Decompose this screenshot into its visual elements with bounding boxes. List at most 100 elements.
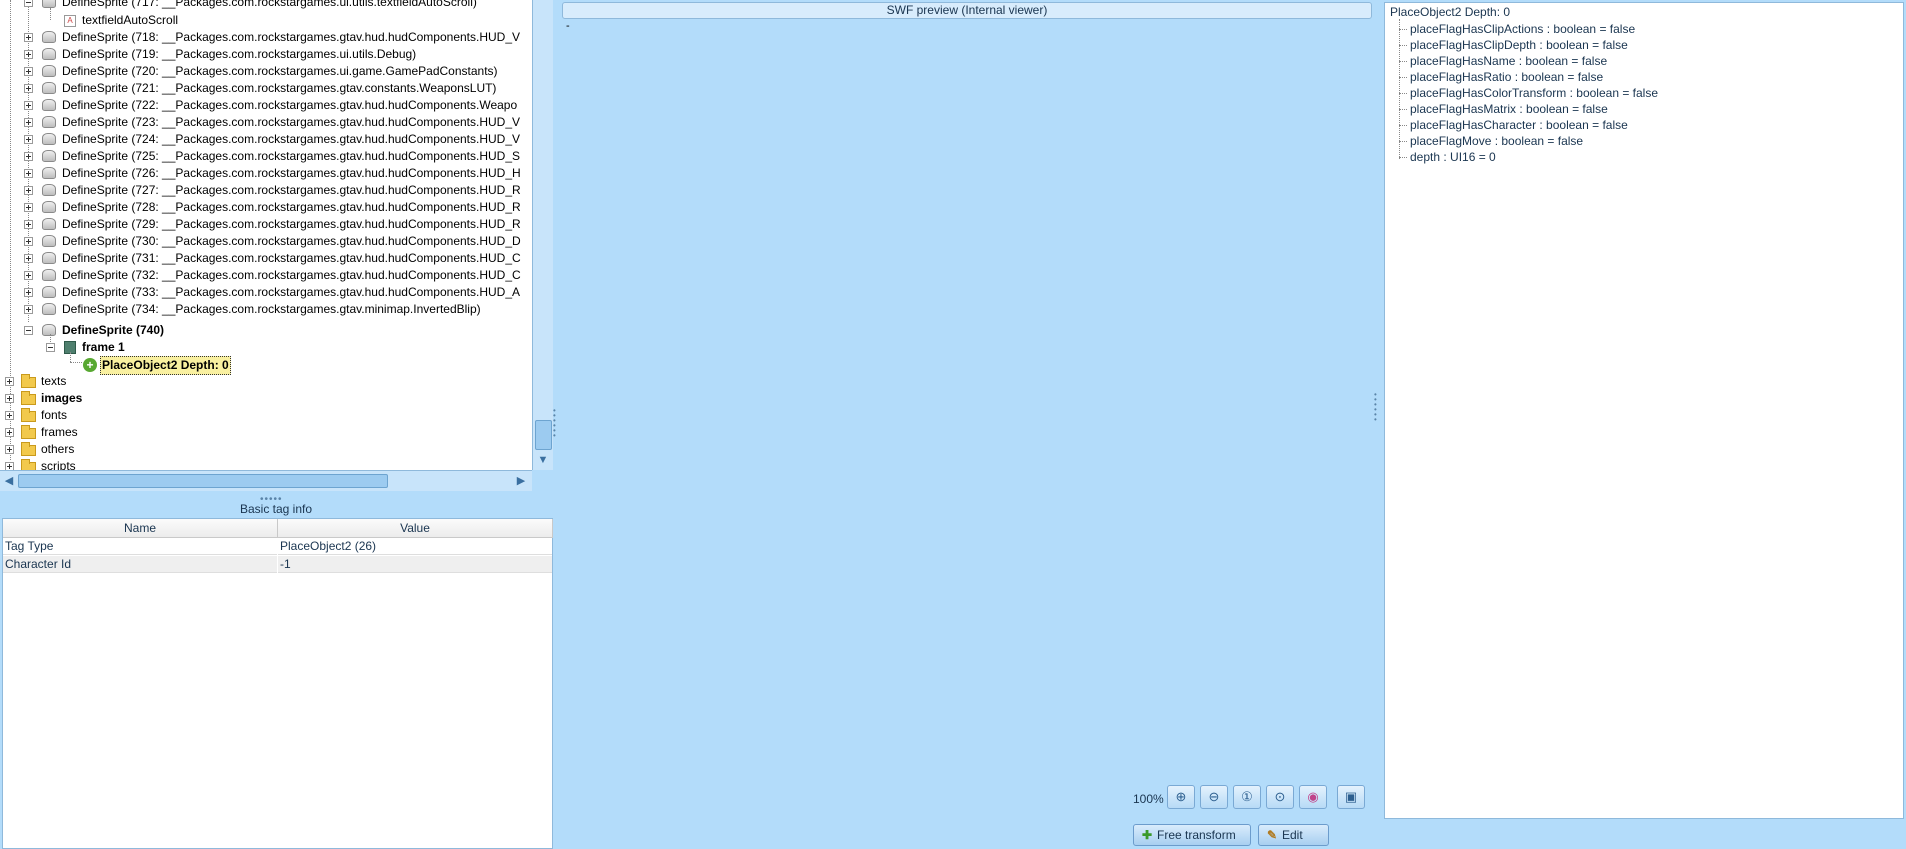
tag-tree[interactable]: DefineSprite (717: __Packages.com.rockst… [0, 0, 533, 470]
tree-item-sprite[interactable]: DefineSprite (733: __Packages.com.rockst… [0, 284, 530, 301]
expand-icon[interactable] [24, 67, 33, 76]
table-cell-value[interactable]: -1 [278, 556, 552, 573]
tree-item-sprite[interactable]: DefineSprite (720: __Packages.com.rockst… [0, 63, 530, 80]
tree-item-sprite[interactable]: DefineSprite (732: __Packages.com.rockst… [0, 267, 530, 284]
expand-icon[interactable] [24, 237, 33, 246]
tree-item-sprite-740[interactable]: DefineSprite (740) [0, 322, 530, 339]
expand-icon[interactable] [24, 152, 33, 161]
tree-folder-texts[interactable]: texts [0, 373, 530, 390]
tree-item-sprite[interactable]: DefineSprite (731: __Packages.com.rockst… [0, 250, 530, 267]
scrollbar-thumb[interactable] [18, 474, 388, 488]
collapse-icon[interactable] [46, 343, 55, 352]
scroll-right-icon[interactable]: ▶ [512, 473, 530, 489]
expand-icon[interactable] [5, 411, 14, 420]
sprite-icon [42, 150, 56, 162]
collapse-icon[interactable] [24, 0, 33, 7]
column-header-value[interactable]: Value [278, 519, 553, 538]
scrollbar-thumb[interactable] [535, 420, 552, 450]
scroll-left-icon[interactable]: ◀ [0, 473, 18, 489]
expand-icon[interactable] [24, 254, 33, 263]
tree-vertical-scrollbar[interactable]: ▼ [532, 0, 553, 470]
zoom-in-button[interactable]: ⊕ [1167, 785, 1195, 809]
expand-icon[interactable] [24, 33, 33, 42]
tree-folder-fonts[interactable]: fonts [0, 407, 530, 424]
tree-item-textfield[interactable]: A textfieldAutoScroll [0, 12, 530, 29]
tree-item-sprite[interactable]: DefineSprite (722: __Packages.com.rockst… [0, 97, 530, 114]
tree-folder-others[interactable]: others [0, 441, 530, 458]
tag-properties-tree[interactable]: PlaceObject2 Depth: 0 placeFlagHasClipAc… [1384, 2, 1904, 819]
property-item[interactable]: placeFlagHasClipActions : boolean = fals… [1410, 21, 1635, 37]
tree-item-frame-1[interactable]: frame 1 [0, 339, 530, 356]
tree-item-sprite[interactable]: DefineSprite (718: __Packages.com.rockst… [0, 29, 530, 46]
folder-icon [21, 442, 36, 456]
expand-icon[interactable] [24, 135, 33, 144]
table-cell-name[interactable]: Character Id [3, 556, 277, 573]
tree-connector [1399, 29, 1407, 30]
tree-item-placeobject2[interactable]: + PlaceObject2 Depth: 0 [0, 356, 530, 375]
tree-item-sprite[interactable]: DefineSprite (729: __Packages.com.rockst… [0, 216, 530, 233]
expand-icon[interactable] [5, 377, 14, 386]
expand-icon[interactable] [24, 118, 33, 127]
edit-label: Edit [1282, 828, 1303, 842]
property-item[interactable]: placeFlagMove : boolean = false [1410, 133, 1583, 149]
expand-icon[interactable] [5, 462, 14, 470]
tree-item-label: DefineSprite (718: __Packages.com.rockst… [62, 30, 521, 44]
tree-item-sprite[interactable]: DefineSprite (725: __Packages.com.rockst… [0, 148, 530, 165]
tree-folder-frames[interactable]: frames [0, 424, 530, 441]
expand-icon[interactable] [24, 271, 33, 280]
property-item[interactable]: placeFlagHasClipDepth : boolean = false [1410, 37, 1628, 53]
property-item[interactable]: placeFlagHasRatio : boolean = false [1410, 69, 1603, 85]
snapshot-button[interactable]: ▣ [1337, 785, 1365, 809]
sprite-icon [42, 82, 56, 94]
expand-icon[interactable] [24, 101, 33, 110]
expand-icon[interactable] [5, 445, 14, 454]
zoom-reset-button[interactable]: ① [1233, 785, 1261, 809]
property-item[interactable]: placeFlagHasMatrix : boolean = false [1410, 101, 1608, 117]
property-item[interactable]: placeFlagHasCharacter : boolean = false [1410, 117, 1628, 133]
color-picker-button[interactable]: ◉ [1299, 785, 1327, 809]
tree-item-sprite-717[interactable]: DefineSprite (717: __Packages.com.rockst… [0, 0, 530, 11]
expand-icon[interactable] [24, 84, 33, 93]
tree-folder-scripts[interactable]: scripts [0, 458, 530, 470]
expand-icon[interactable] [24, 220, 33, 229]
tree-connector [1399, 157, 1407, 158]
expand-icon[interactable] [5, 428, 14, 437]
zoom-out-button[interactable]: ⊖ [1200, 785, 1228, 809]
collapse-icon[interactable] [24, 326, 33, 335]
tree-item-sprite[interactable]: DefineSprite (721: __Packages.com.rockst… [0, 80, 530, 97]
tree-item-sprite[interactable]: DefineSprite (730: __Packages.com.rockst… [0, 233, 530, 250]
expand-icon[interactable] [24, 169, 33, 178]
property-item[interactable]: depth : UI16 = 0 [1410, 149, 1496, 165]
tree-item-sprite[interactable]: DefineSprite (728: __Packages.com.rockst… [0, 199, 530, 216]
tree-item-sprite[interactable]: DefineSprite (724: __Packages.com.rockst… [0, 131, 530, 148]
expand-icon[interactable] [24, 50, 33, 59]
tree-item-sprite[interactable]: DefineSprite (734: __Packages.com.rockst… [0, 301, 530, 318]
table-cell-name[interactable]: Tag Type [3, 538, 277, 555]
expand-icon[interactable] [24, 288, 33, 297]
tree-item-sprite[interactable]: DefineSprite (727: __Packages.com.rockst… [0, 182, 530, 199]
expand-icon[interactable] [24, 305, 33, 314]
tree-item-sprite[interactable]: DefineSprite (723: __Packages.com.rockst… [0, 114, 530, 131]
splitter-grip-icon[interactable]: • • • • • • [553, 407, 557, 440]
scroll-down-icon[interactable]: ▼ [534, 452, 552, 468]
folder-icon [21, 374, 36, 388]
tree-horizontal-scrollbar[interactable]: ◀ ▶ [0, 470, 532, 491]
property-item[interactable]: placeFlagHasColorTransform : boolean = f… [1410, 85, 1658, 101]
expand-icon[interactable] [24, 203, 33, 212]
column-header-name[interactable]: Name [3, 519, 278, 538]
properties-root[interactable]: PlaceObject2 Depth: 0 [1390, 4, 1510, 20]
edit-button[interactable]: ✎ Edit [1258, 824, 1329, 846]
zoom-fit-button[interactable]: ⊙ [1266, 785, 1294, 809]
expand-icon[interactable] [5, 394, 14, 403]
splitter-grip-icon[interactable]: • • • • • • [1374, 391, 1378, 424]
expand-icon[interactable] [24, 186, 33, 195]
property-item[interactable]: placeFlagHasName : boolean = false [1410, 53, 1607, 69]
tree-item-label: DefineSprite (719: __Packages.com.rockst… [62, 47, 417, 61]
tree-folder-images[interactable]: images [0, 390, 530, 407]
tree-item-sprite[interactable]: DefineSprite (719: __Packages.com.rockst… [0, 46, 530, 63]
move-icon: ✚ [1141, 828, 1153, 842]
free-transform-button[interactable]: ✚ Free transform [1133, 824, 1251, 846]
tree-item-label: DefineSprite (726: __Packages.com.rockst… [62, 166, 521, 180]
table-cell-value[interactable]: PlaceObject2 (26) [278, 538, 552, 555]
tree-item-sprite[interactable]: DefineSprite (726: __Packages.com.rockst… [0, 165, 530, 182]
